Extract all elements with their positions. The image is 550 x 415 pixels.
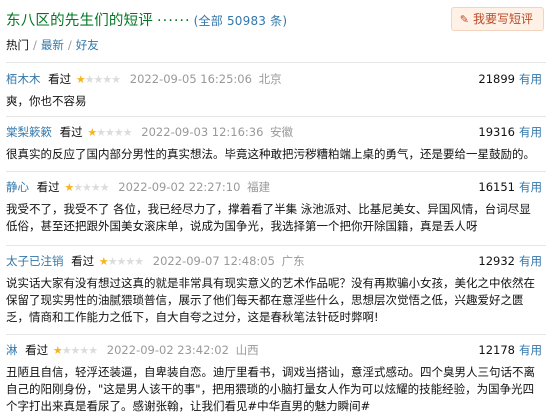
review-status: 看过	[59, 125, 83, 139]
review-content: 我受不了，我受不了 各位，我已经尽力了，撑着看了半集 泳池派对、比基尼美女、异国…	[6, 202, 531, 233]
review-location: 福建	[247, 180, 271, 194]
pencil-icon: ✎	[459, 13, 469, 26]
title-dots: ······	[157, 13, 191, 29]
write-review-button[interactable]: ✎ 我要写短评	[450, 7, 544, 31]
review-location: 北京	[258, 72, 282, 86]
tab-latest[interactable]: 最新	[41, 38, 64, 52]
review-user[interactable]: 栢木木	[6, 72, 41, 86]
vote-box: 21899 有用	[478, 71, 542, 87]
vote-count: 16151	[478, 180, 515, 194]
useful-button[interactable]: 有用	[519, 72, 542, 86]
vote-box: 19316 有用	[478, 124, 542, 140]
useful-button[interactable]: 有用	[519, 254, 542, 268]
review-content: 说实话大家有没有想过这真的就是非常具有现实意义的艺术作品呢？没有再欺骗小女孩，美…	[6, 276, 535, 324]
review-location: 广东	[281, 254, 305, 268]
rating-stars: ★★★★★	[98, 255, 144, 268]
vote-count: 12932	[478, 254, 515, 268]
review-meta: 栢木木 看过 ★★★★★ 2022-09-05 16:25:06 北京 2189…	[6, 71, 546, 93]
review-status: 看过	[71, 254, 95, 268]
review-location: 山西	[235, 343, 259, 357]
vote-box: 12932 有用	[478, 253, 542, 269]
review-list: 栢木木 看过 ★★★★★ 2022-09-05 16:25:06 北京 2189…	[6, 62, 546, 413]
vote-count: 12178	[478, 343, 515, 357]
review-user[interactable]: 棠梨簌簌	[6, 125, 52, 139]
page-header: 东八区的先生们的短评 ······ (全部 50983 条) ✎ 我要写短评	[0, 0, 550, 34]
review-status: 看过	[25, 343, 49, 357]
review-item: 棠梨簌簌 看过 ★★★★★ 2022-09-03 12:16:36 安徽 193…	[6, 116, 546, 171]
review-item: 静心 看过 ★★★★★ 2022-09-02 22:27:10 福建 16151…	[6, 171, 546, 245]
review-location: 安徽	[270, 125, 294, 139]
review-item: 淋 看过 ★★★★★ 2022-09-02 23:42:02 山西 12178 有…	[6, 334, 546, 413]
useful-button[interactable]: 有用	[519, 343, 542, 357]
review-content: 爽，你也不容易	[6, 94, 87, 108]
review-status: 看过	[48, 72, 72, 86]
vote-box: 16151 有用	[478, 179, 542, 195]
vote-count: 21899	[478, 72, 515, 86]
total-count-link[interactable]: (全部 50983 条)	[194, 14, 288, 28]
sort-tabs: 热门 / 最新 / 好友	[6, 37, 99, 53]
review-time: 2022-09-05 16:25:06	[129, 72, 252, 86]
tab-separator: /	[33, 38, 37, 52]
write-review-label: 我要写短评	[472, 12, 533, 26]
review-time: 2022-09-02 22:27:10	[118, 180, 241, 194]
review-meta: 淋 看过 ★★★★★ 2022-09-02 23:42:02 山西 12178 有…	[6, 342, 546, 364]
tab-separator: /	[67, 38, 72, 52]
rating-stars: ★★★★★	[52, 344, 98, 357]
rating-stars: ★★★★★	[75, 73, 121, 86]
review-status: 看过	[36, 180, 60, 194]
review-item: 太子已注销 看过 ★★★★★ 2022-09-07 12:48:05 广东 12…	[6, 245, 546, 334]
review-item: 栢木木 看过 ★★★★★ 2022-09-05 16:25:06 北京 2189…	[6, 62, 546, 116]
review-user[interactable]: 淋	[6, 343, 18, 357]
tab-friends[interactable]: 好友	[76, 38, 99, 52]
review-content: 很真实的反应了国内部分男性的真实想法。毕竟这种敢把污秽糟粕端上桌的勇气，还是要给…	[6, 147, 535, 161]
tab-hot[interactable]: 热门	[6, 38, 29, 52]
review-content: 丑陋且自信，轻浮还装逼，自卑装自恋。迪厅里看书，调戏当搭讪，意淫式感动。四个臭男…	[6, 365, 535, 413]
vote-count: 19316	[478, 125, 515, 139]
rating-stars: ★★★★★	[87, 126, 132, 139]
review-time: 2022-09-03 12:16:36	[141, 125, 264, 139]
useful-button[interactable]: 有用	[519, 125, 542, 139]
review-user[interactable]: 太子已注销	[6, 254, 64, 268]
title-text: 东八区的先生们的短评	[6, 13, 153, 29]
page-title: 东八区的先生们的短评 ······ (全部 50983 条)	[6, 9, 287, 30]
rating-stars: ★★★★★	[64, 181, 109, 194]
review-meta: 静心 看过 ★★★★★ 2022-09-02 22:27:10 福建 16151…	[6, 179, 546, 201]
vote-box: 12178 有用	[478, 342, 542, 358]
review-meta: 太子已注销 看过 ★★★★★ 2022-09-07 12:48:05 广东 12…	[6, 253, 546, 275]
useful-button[interactable]: 有用	[519, 180, 542, 194]
review-meta: 棠梨簌簌 看过 ★★★★★ 2022-09-03 12:16:36 安徽 193…	[6, 124, 546, 146]
review-time: 2022-09-07 12:48:05	[152, 254, 275, 268]
review-user[interactable]: 静心	[6, 180, 29, 194]
review-time: 2022-09-02 23:42:02	[106, 343, 229, 357]
